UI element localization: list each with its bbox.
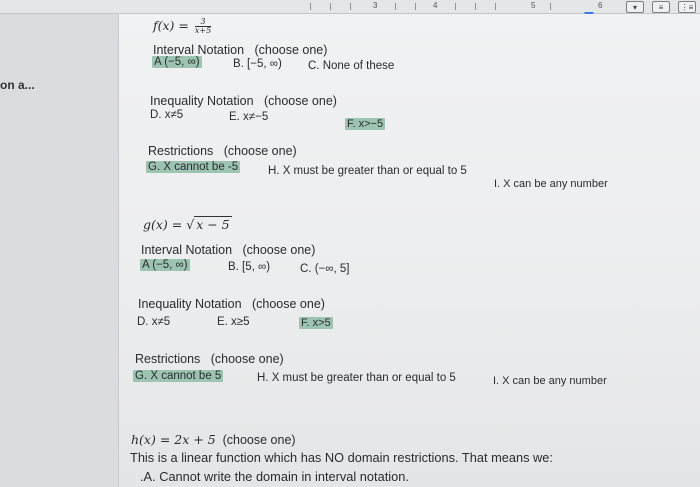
bulleted-list-icon[interactable]: ⋮≡ — [678, 1, 696, 13]
g-interval-option-a[interactable]: A (−5, ∞) — [140, 259, 190, 271]
ruler-tick — [495, 3, 496, 10]
h-option-a[interactable]: .A. Cannot write the domain in interval … — [140, 469, 409, 484]
ruler-tick — [455, 3, 456, 10]
g-inequality-option-d[interactable]: D. x≠5 — [137, 316, 170, 328]
ruler-tick — [415, 3, 416, 10]
ruler-number: 5 — [531, 1, 536, 10]
g-restrictions-option-i[interactable]: I. X can be any number — [493, 375, 607, 387]
f-interval-heading: Interval Notation (choose one) — [153, 43, 328, 57]
f-restrictions-heading: Restrictions (choose one) — [148, 144, 297, 158]
g-inequality-heading: Inequality Notation (choose one) — [138, 297, 325, 311]
h-function-line: h(x) = 2x + 5 (choose one) — [131, 432, 296, 447]
f-inequality-option-f[interactable]: F. x>−5 — [345, 118, 386, 130]
g-inequality-option-e[interactable]: E. x≥5 — [217, 316, 250, 328]
outline-item[interactable]: on a... — [0, 78, 35, 92]
f-interval-option-b[interactable]: B. [−5, ∞) — [233, 58, 282, 70]
g-inequality-option-f[interactable]: F. x>5 — [299, 317, 333, 329]
ruler-number: 4 — [433, 1, 438, 10]
ruler-number: 3 — [373, 1, 378, 10]
document-outline: on a... — [0, 14, 118, 487]
f-fraction: 3 x+5 — [194, 17, 212, 35]
g-restrictions-heading: Restrictions (choose one) — [135, 352, 284, 366]
ruler-tick — [330, 3, 331, 10]
list-dropdown-icon[interactable]: ▾ — [626, 1, 644, 13]
ruler-tick — [475, 3, 476, 10]
g-interval-option-b[interactable]: B. [5, ∞) — [228, 261, 270, 273]
document-page[interactable]: f(x) = 3 x+5 Interval Notation (choose o… — [118, 14, 700, 487]
f-restrictions-option-g[interactable]: G. X cannot be -5 — [146, 161, 241, 173]
g-interval-option-c[interactable]: C. (−∞, 5] — [300, 263, 349, 275]
g-restrictions-option-g[interactable]: G. X cannot be 5 — [133, 370, 224, 382]
f-restrictions-option-h[interactable]: H. X must be greater than or equal to 5 — [268, 165, 467, 177]
f-restrictions-option-i[interactable]: I. X can be any number — [494, 178, 608, 190]
f-inequality-option-d[interactable]: D. x≠5 — [150, 109, 183, 121]
g-restrictions-option-h[interactable]: H. X must be greater than or equal to 5 — [257, 372, 456, 384]
f-interval-option-a[interactable]: A (−5, ∞) — [152, 56, 202, 68]
f-interval-option-c[interactable]: C. None of these — [308, 60, 394, 72]
toolbar: ▾ ≡ ⋮≡ — [626, 0, 696, 14]
f-inequality-option-e[interactable]: E. x≠−5 — [229, 111, 268, 123]
ruler-tick — [350, 3, 351, 10]
h-statement: This is a linear function which has NO d… — [130, 450, 553, 465]
ruler-number: 6 — [598, 1, 603, 10]
ruler[interactable]: 3 4 5 6 7 ▾ ≡ ⋮≡ — [0, 0, 700, 19]
ruler-tick — [550, 3, 551, 10]
ruler-tick — [395, 3, 396, 10]
g-function: g(x) = √ x − 5 — [143, 216, 232, 232]
f-inequality-heading: Inequality Notation (choose one) — [150, 94, 337, 108]
numbered-list-icon[interactable]: ≡ — [652, 1, 670, 13]
g-interval-heading: Interval Notation (choose one) — [141, 243, 316, 257]
ruler-tick — [310, 3, 311, 10]
f-function: f(x) = 3 x+5 — [153, 17, 212, 35]
